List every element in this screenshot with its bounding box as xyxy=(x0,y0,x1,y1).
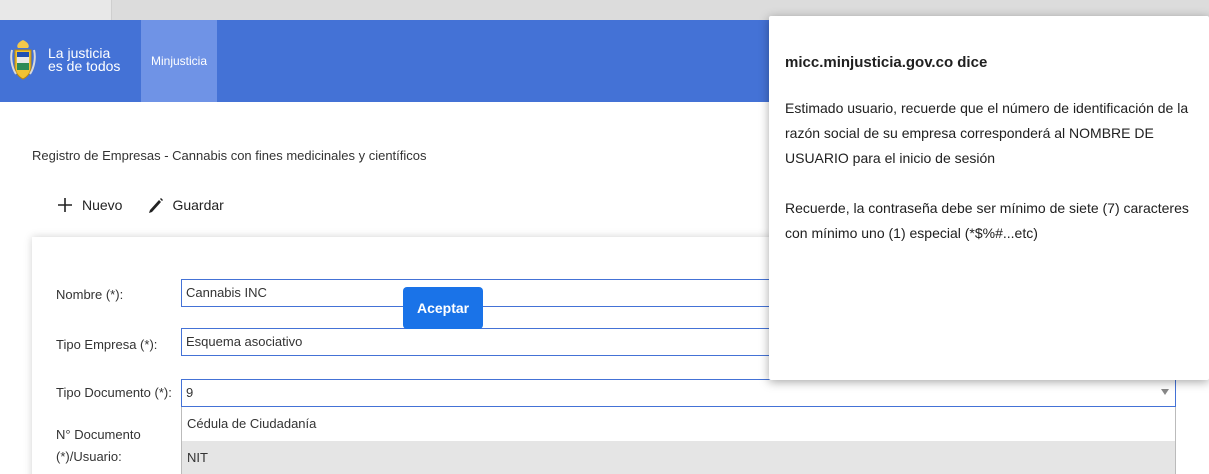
chevron-down-icon[interactable] xyxy=(1161,389,1169,395)
dialog-title: micc.minjusticia.gov.co dice xyxy=(785,54,988,71)
pencil-icon xyxy=(146,196,164,214)
save-button[interactable]: Guardar xyxy=(146,196,224,214)
browser-tab[interactable] xyxy=(0,0,112,20)
dialog-message-1: Estimado usuario, recuerde que el número… xyxy=(785,100,1189,166)
new-button-label: Nuevo xyxy=(82,197,123,213)
plus-icon xyxy=(56,196,74,214)
doc-type-select[interactable]: 9 xyxy=(181,379,1176,407)
doc-type-dropdown-list: Cédula de Ciudadanía NIT xyxy=(181,407,1176,474)
dropdown-option-cedula[interactable]: Cédula de Ciudadanía xyxy=(182,407,1175,441)
save-button-label: Guardar xyxy=(172,197,224,213)
minjusticia-tab[interactable]: Minjusticia xyxy=(141,20,217,102)
gov-logo[interactable]: La justicia es de todos xyxy=(10,28,140,92)
accept-button[interactable]: Aceptar xyxy=(403,287,483,329)
dropdown-option-nit[interactable]: NIT xyxy=(182,441,1175,474)
slogan-line-2: es de todos xyxy=(48,58,121,74)
slogan: La justicia es de todos xyxy=(48,46,121,74)
coat-of-arms-icon xyxy=(10,38,36,82)
doc-type-label: Tipo Documento (*): xyxy=(56,385,172,400)
doc-type-value: 9 xyxy=(186,385,194,400)
doc-number-label-line-1: N° Documento xyxy=(56,427,141,442)
doc-number-label-line-2: (*)/Usuario: xyxy=(56,449,122,464)
company-type-label: Tipo Empresa (*): xyxy=(56,337,158,352)
name-label: Nombre (*): xyxy=(56,287,124,302)
dialog-message: Estimado usuario, recuerde que el número… xyxy=(785,96,1209,246)
alert-dialog: micc.minjusticia.gov.co dice Estimado us… xyxy=(769,16,1209,380)
dialog-message-2: Recuerde, la contraseña debe ser mínimo … xyxy=(785,200,1189,241)
doc-number-label: N° Documento (*)/Usuario: xyxy=(56,424,141,468)
toolbar: Nuevo Guardar xyxy=(56,196,248,214)
new-button[interactable]: Nuevo xyxy=(56,196,122,214)
browser-viewport: La justicia es de todos Minjusticia Regi… xyxy=(0,0,1209,474)
page-title: Registro de Empresas - Cannabis con fine… xyxy=(32,148,427,163)
